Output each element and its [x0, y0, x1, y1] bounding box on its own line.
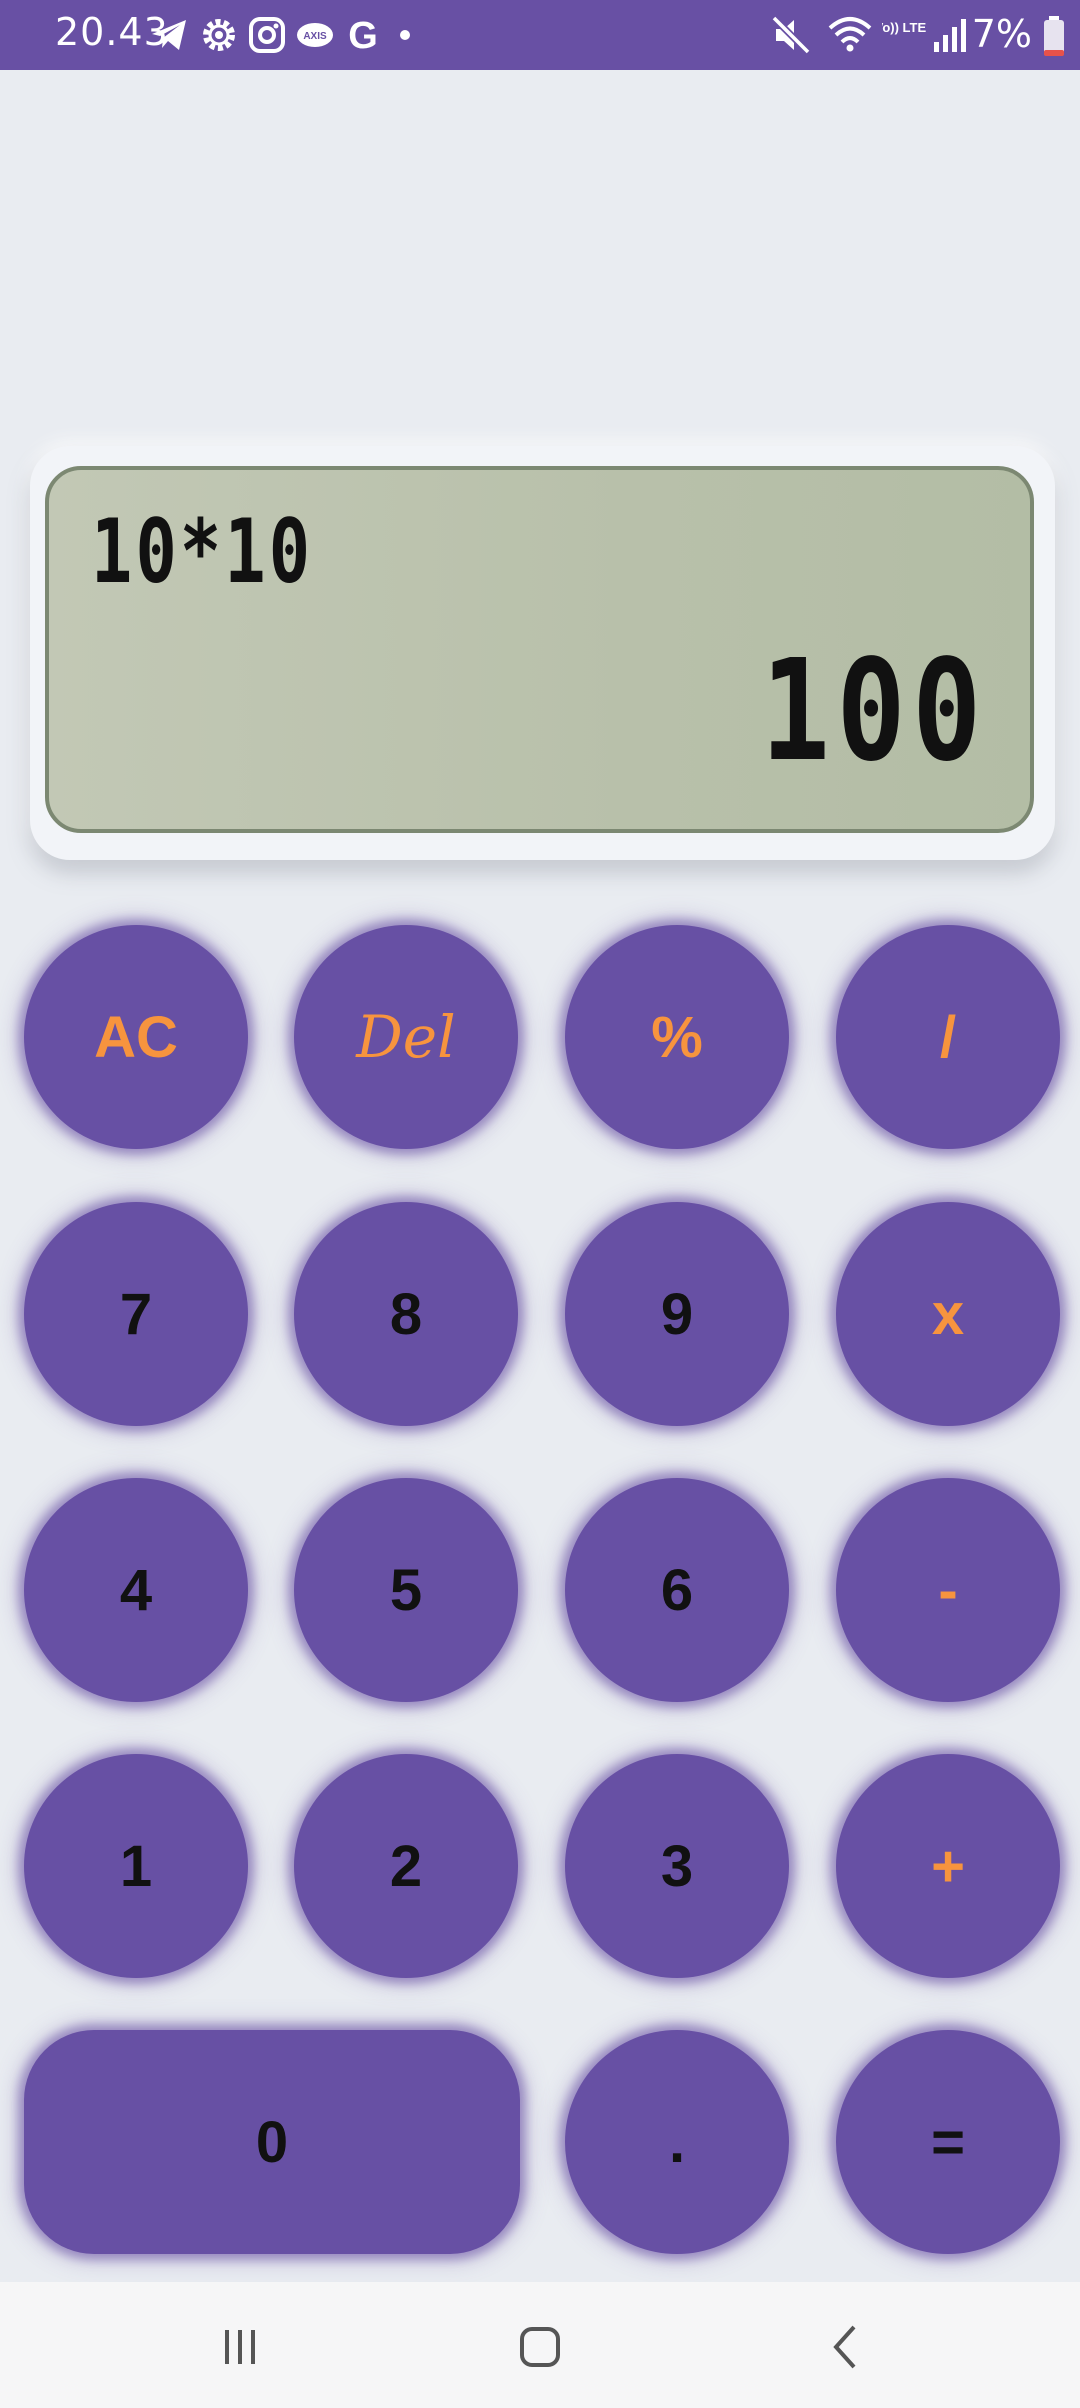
wifi-icon — [828, 17, 872, 52]
percent-button[interactable]: % — [565, 925, 789, 1149]
result-text: 100 — [760, 630, 988, 793]
volte-label: Vo)) LTE1 — [882, 20, 926, 35]
recent-apps-button[interactable] — [200, 2312, 280, 2382]
digit-1-button[interactable]: 1 — [24, 1754, 248, 1978]
digit-3-button[interactable]: 3 — [565, 1754, 789, 1978]
settings-gear-icon — [203, 19, 235, 51]
digit-4-button[interactable]: 4 — [24, 1478, 248, 1702]
ac-button[interactable]: AC — [24, 925, 248, 1149]
system-status-icons: Vo)) LTE1 7% — [740, 0, 1080, 70]
volte-icon: Vo)) LTE1 — [882, 20, 926, 35]
back-button[interactable] — [805, 2312, 885, 2382]
equals-button[interactable]: = — [836, 2030, 1060, 2254]
expression-text: 10*10 — [91, 500, 314, 603]
telegram-icon — [152, 20, 186, 50]
digit-7-button[interactable]: 7 — [24, 1202, 248, 1426]
back-icon — [833, 2325, 856, 2369]
google-icon-label: G — [348, 15, 378, 56]
recent-apps-icon — [225, 2330, 255, 2364]
digit-6-button[interactable]: 6 — [565, 1478, 789, 1702]
decimal-button[interactable]: . — [565, 2030, 789, 2254]
digit-9-button[interactable]: 9 — [565, 1202, 789, 1426]
lcd-screen: 10*10 100 — [45, 466, 1034, 833]
digit-2-button[interactable]: 2 — [294, 1754, 518, 1978]
dot-icon — [400, 30, 410, 40]
signal-icon — [934, 19, 966, 52]
home-button[interactable] — [500, 2312, 580, 2382]
instagram-icon — [249, 17, 285, 53]
add-button[interactable]: + — [836, 1754, 1060, 1978]
multiply-button[interactable]: x — [836, 1202, 1060, 1426]
status-bar: 20.43 AXIS G o)) LTE 7% — [0, 0, 1080, 70]
battery-percent: 7% — [971, 12, 1032, 56]
digit-8-button[interactable]: 8 — [294, 1202, 518, 1426]
axis-icon: AXIS — [297, 23, 333, 47]
digit-0-button[interactable]: 0 — [24, 2030, 520, 2254]
subtract-button[interactable]: - — [836, 1478, 1060, 1702]
divide-button[interactable]: / — [836, 925, 1060, 1149]
digit-5-button[interactable]: 5 — [294, 1478, 518, 1702]
mute-icon — [771, 15, 811, 55]
delete-button[interactable]: Del — [294, 925, 518, 1149]
axis-icon-label: AXIS — [303, 31, 327, 42]
calculator-display: 10*10 100 — [30, 446, 1055, 860]
home-icon — [520, 2327, 560, 2367]
battery-icon — [1044, 16, 1064, 56]
navigation-bar — [0, 2282, 1080, 2408]
google-icon: G — [348, 15, 378, 56]
